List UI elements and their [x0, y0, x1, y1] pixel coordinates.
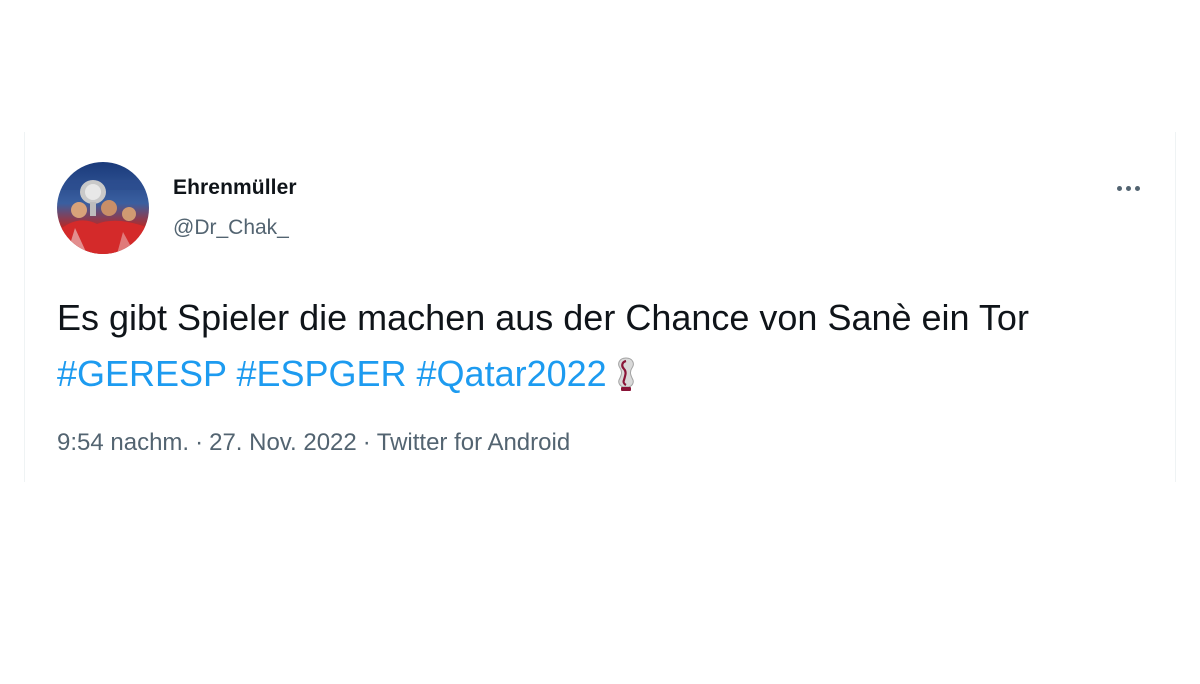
author-handle[interactable]: @Dr_Chak_	[173, 216, 289, 240]
tweet-date[interactable]: 27. Nov. 2022	[209, 429, 357, 456]
tweet-metadata: 9:54 nachm. · 27. Nov. 2022 · Twitter for An…	[57, 429, 570, 457]
separator: ·	[362, 429, 371, 456]
more-horizontal-icon	[1116, 185, 1122, 191]
more-options-button[interactable]	[1111, 178, 1145, 198]
hashtag-link[interactable]: #Qatar2022	[417, 353, 607, 394]
separator: ·	[195, 429, 204, 456]
tweet-text: Es gibt Spieler die machen aus der Chanc…	[57, 290, 1147, 408]
avatar-image	[57, 162, 149, 254]
tweet-body: Es gibt Spieler die machen aus der Chanc…	[57, 297, 1029, 338]
hashtag-link[interactable]: #ESPGER	[236, 353, 406, 394]
world-cup-trophy-icon	[615, 352, 637, 408]
author-name[interactable]: Ehrenmüller	[173, 176, 297, 200]
tweet-source[interactable]: Twitter for Android	[377, 429, 570, 456]
tweet-card: Ehrenmüller @Dr_Chak_ Es gibt Spieler di…	[24, 132, 1176, 482]
tweet-time[interactable]: 9:54 nachm.	[57, 429, 189, 456]
hashtag-link[interactable]: #GERESP	[57, 353, 226, 394]
avatar[interactable]	[57, 162, 149, 254]
